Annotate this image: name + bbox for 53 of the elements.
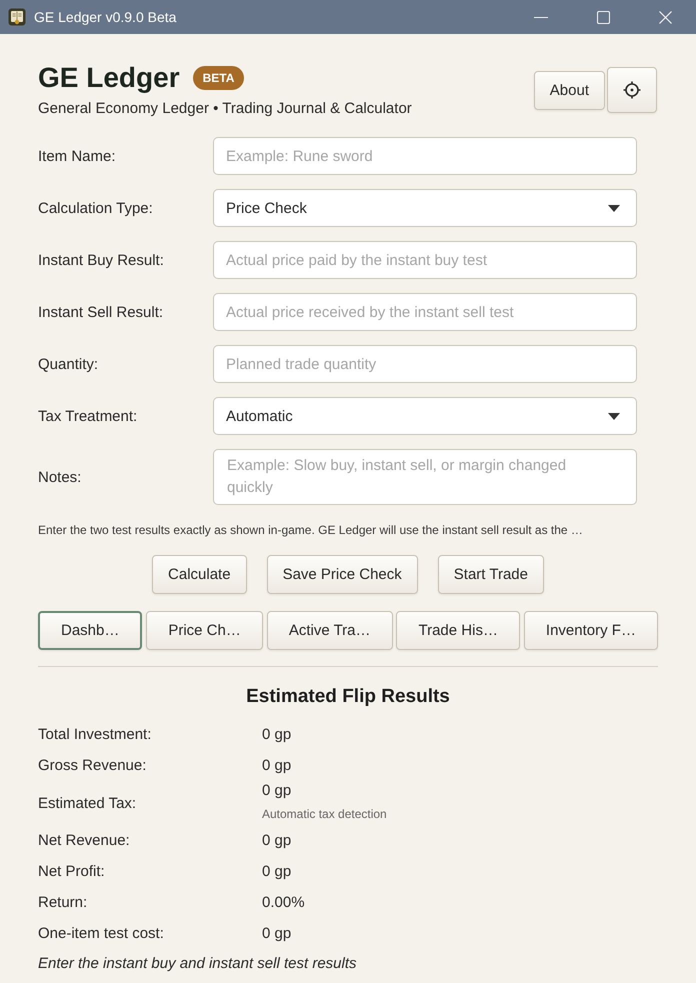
result-label: Net Profit: <box>38 863 106 880</box>
field-label: Instant Sell Result: <box>38 304 164 320</box>
result-value: 0 gp <box>262 781 292 801</box>
maximize-icon <box>596 10 610 24</box>
footer-text: Enter the instant buy and instant sell test results <box>38 954 358 973</box>
results-title: Estimated Flip Results <box>245 685 451 709</box>
result-value: 0.00% <box>262 892 305 912</box>
nav-tab[interactable]: Dashb… <box>38 611 142 650</box>
result-value: 0 gp <box>262 830 292 850</box>
minimize-icon <box>534 16 548 18</box>
result-label: Return: <box>38 894 88 911</box>
field-label: Item Name: <box>38 148 117 164</box>
result-label: Estimated Tax: <box>38 794 138 812</box>
field-label: Calculation Type: <box>38 200 154 216</box>
field-label: Notes: <box>38 468 82 486</box>
result-label: Gross Revenue: <box>38 757 148 774</box>
about-button[interactable]: About <box>534 70 605 110</box>
result-label: One-item test cost: <box>38 925 165 942</box>
nav-tab[interactable]: Inventory F… <box>524 611 658 650</box>
book-icon <box>8 8 26 26</box>
dropdown-field[interactable]: Price Check <box>213 189 637 227</box>
caret-icon <box>608 412 620 420</box>
input-field[interactable]: Actual price paid by the instant buy test <box>213 241 637 279</box>
result-value: 0 gp <box>262 756 292 776</box>
close-icon <box>658 10 672 24</box>
nav-tab[interactable]: Trade His… <box>396 611 520 650</box>
result-note: Automatic tax detection <box>262 806 387 822</box>
result-value: 0 gp <box>262 862 292 882</box>
action-button[interactable]: Save Price Check <box>266 555 418 594</box>
app-title: GE Ledger <box>38 61 180 95</box>
result-label: Net Revenue: <box>38 832 131 849</box>
result-value: 0 gp <box>262 924 292 944</box>
crosshair-button[interactable] <box>607 67 657 113</box>
notes-field[interactable]: Example: Slow buy, instant sell, or margin changed quickly <box>213 449 637 505</box>
input-field[interactable]: Actual price received by the instant sell test <box>213 293 637 331</box>
beta-badge: BETA <box>192 66 244 90</box>
field-label: Tax Treatment: <box>38 408 138 424</box>
action-button[interactable]: Calculate <box>152 555 247 594</box>
field-label: Quantity: <box>38 356 100 372</box>
app-subtitle: General Economy Ledger • Trading Journal & Calculator <box>38 99 412 119</box>
nav-tab[interactable]: Active Tra… <box>266 611 393 650</box>
hint-text: Enter the two test results exactly as shown in-game. GE Ledger will use the instant sell result as the … <box>38 522 584 539</box>
action-button[interactable]: Start Trade <box>438 555 544 594</box>
input-field[interactable]: Example: Rune sword <box>213 137 637 175</box>
crosshair-icon <box>623 81 641 99</box>
dropdown-field[interactable]: Automatic <box>213 397 637 435</box>
window-title: GE Ledger v0.9.0 Beta <box>34 9 176 25</box>
result-value: 0 gp <box>262 724 292 744</box>
field-label: Instant Buy Result: <box>38 252 165 268</box>
input-field[interactable]: Planned trade quantity <box>213 345 637 383</box>
nav-tab[interactable]: Price Ch… <box>146 611 263 650</box>
caret-icon <box>608 204 620 212</box>
result-label: Total Investment: <box>38 726 152 743</box>
